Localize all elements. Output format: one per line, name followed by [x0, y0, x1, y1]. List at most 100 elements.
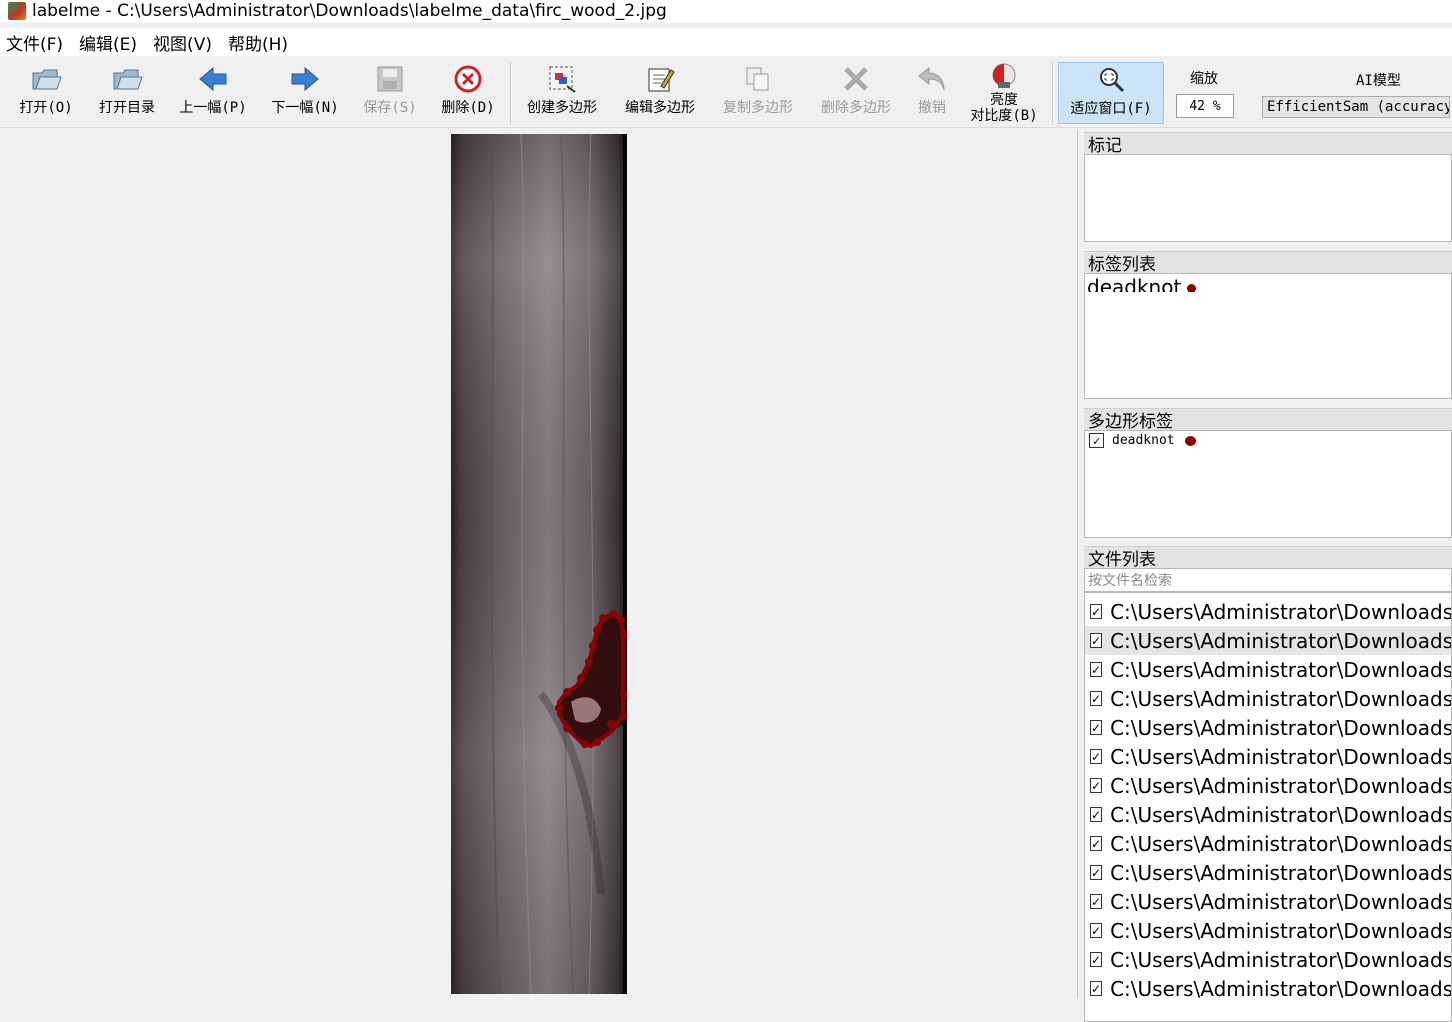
file-list-item[interactable]: ✓ C:\Users\Administrator\Downloads\: [1085, 655, 1451, 684]
open-dir-button[interactable]: 打开目录: [94, 62, 160, 124]
file-list-item[interactable]: ✓ C:\Users\Administrator\Downloads\: [1085, 713, 1451, 742]
undo-arrow-icon: [915, 62, 949, 96]
labels-list[interactable]: deadknot: [1084, 273, 1452, 399]
file-list-item[interactable]: ✓ C:\Users\Administrator\Downloads\: [1085, 829, 1451, 858]
file-list-item[interactable]: ✓ C:\Users\Administrator\Downloads\: [1085, 684, 1451, 713]
label-color-dot: [1187, 284, 1197, 292]
file-path-label: C:\Users\Administrator\Downloads\: [1110, 976, 1451, 1001]
file-path-label: C:\Users\Administrator\Downloads\: [1110, 831, 1451, 856]
copy-icon: [741, 62, 775, 96]
checkbox-checked-icon[interactable]: ✓: [1090, 749, 1103, 764]
arrow-right-icon: [288, 62, 322, 96]
file-search-input[interactable]: 按文件名检索: [1084, 568, 1452, 592]
toolbar-separator: [510, 62, 511, 124]
file-path-label: C:\Users\Administrator\Downloads\: [1110, 889, 1451, 914]
copy-polygon-button[interactable]: 复制多边形: [718, 62, 798, 124]
open-button[interactable]: 打开(O): [16, 62, 76, 124]
delete-button[interactable]: 删除(D): [440, 62, 496, 124]
labels-panel: 标签列表 deadknot: [1084, 251, 1452, 399]
wood-board-image: [451, 133, 628, 995]
checkbox-checked-icon[interactable]: ✓: [1090, 662, 1103, 677]
file-list-item[interactable]: ✓ C:\Users\Administrator\Downloads\: [1085, 597, 1451, 626]
checkbox-checked-icon[interactable]: ✓: [1090, 778, 1103, 793]
labelme-app-icon: [8, 2, 26, 20]
file-path-label: C:\Users\Administrator\Downloads\: [1110, 802, 1451, 827]
file-list-item[interactable]: ✓ C:\Users\Administrator\Downloads\: [1085, 945, 1451, 974]
file-path-label: C:\Users\Administrator\Downloads\: [1110, 860, 1451, 885]
file-list-item[interactable]: ✓ C:\Users\Administrator\Downloads\: [1085, 858, 1451, 887]
edit-polygon-button[interactable]: 编辑多边形: [620, 62, 700, 124]
edit-pencil-icon: [643, 62, 677, 96]
window-title: labelme - C:\Users\Administrator\Downloa…: [32, 1, 667, 21]
polygons-panel-title: 多边形标签: [1084, 408, 1452, 432]
file-path-label: C:\Users\Administrator\Downloads\: [1110, 715, 1451, 740]
delete-polygon-button[interactable]: 删除多边形: [816, 62, 896, 124]
polygon-color-dot: [1184, 435, 1196, 446]
file-list-item[interactable]: ✓ C:\Users\Administrator\Downloads\: [1085, 626, 1451, 655]
file-path-label: C:\Users\Administrator\Downloads\: [1110, 657, 1451, 682]
checkbox-checked-icon[interactable]: ✓: [1090, 604, 1103, 619]
file-path-label: C:\Users\Administrator\Downloads\: [1110, 599, 1451, 624]
file-list-item[interactable]: ✓ C:\Users\Administrator\Downloads\: [1085, 916, 1451, 945]
labels-panel-title: 标签列表: [1084, 251, 1452, 275]
files-panel-title: 文件列表: [1084, 546, 1452, 570]
polygons-list[interactable]: ✓ deadknot: [1084, 430, 1452, 538]
file-path-label: C:\Users\Administrator\Downloads\: [1110, 947, 1451, 972]
menu-bar: 文件(F) 编辑(E) 视图(V) 帮助(H): [0, 28, 1452, 56]
prev-image-button[interactable]: 上一幅(P): [178, 62, 248, 124]
file-list-item[interactable]: ✓ C:\Users\Administrator\Downloads\: [1085, 887, 1451, 916]
checkbox-checked-icon[interactable]: ✓: [1090, 836, 1103, 851]
checkbox-checked-icon[interactable]: ✓: [1090, 691, 1103, 706]
fit-window-button[interactable]: 适应窗口(F): [1058, 62, 1164, 124]
menu-file[interactable]: 文件(F): [6, 30, 63, 55]
image-canvas[interactable]: [0, 130, 1078, 998]
create-polygon-icon: [545, 62, 579, 96]
file-list[interactable]: ✓ C:\Users\Administrator\Downloads\ ✓ C:\Us…: [1084, 592, 1452, 1022]
file-path-label: C:\Users\Administrator\Downloads\: [1110, 744, 1451, 769]
toolbar-separator: [1052, 62, 1053, 124]
toolbar: 打开(O) 打开目录 上一幅(P) 下一幅(N) 保存(S) 删除(D) 创建多…: [0, 58, 1452, 128]
file-list-item[interactable]: ✓ C:\Users\Administrator\Downloads\: [1085, 771, 1451, 800]
floppy-disk-icon: [373, 62, 407, 96]
save-button[interactable]: 保存(S): [362, 62, 418, 124]
flags-panel: 标记: [1084, 132, 1452, 242]
file-list-item[interactable]: ✓ C:\Users\Administrator\Downloads\: [1085, 742, 1451, 771]
checkbox-checked-icon[interactable]: ✓: [1089, 433, 1104, 448]
folder-icon: [110, 62, 144, 96]
next-image-button[interactable]: 下一幅(N): [270, 62, 340, 124]
folder-open-icon: [29, 62, 63, 96]
polygon-item[interactable]: ✓ deadknot: [1085, 431, 1451, 450]
create-polygon-button[interactable]: 创建多边形: [522, 62, 602, 124]
checkbox-checked-icon[interactable]: ✓: [1090, 865, 1103, 880]
file-list-item[interactable]: ✓ C:\Users\Administrator\Downloads\: [1085, 800, 1451, 829]
zoom-label: 缩放: [1190, 71, 1218, 87]
checkbox-checked-icon[interactable]: ✓: [1090, 894, 1103, 909]
checkbox-checked-icon[interactable]: ✓: [1090, 952, 1103, 967]
menu-edit[interactable]: 编辑(E): [79, 30, 137, 55]
x-cross-icon: [839, 62, 873, 96]
brightness-contrast-button[interactable]: 亮度 对比度(B): [966, 62, 1042, 124]
checkbox-checked-icon[interactable]: ✓: [1090, 720, 1103, 735]
checkbox-checked-icon[interactable]: ✓: [1090, 807, 1103, 822]
flags-list[interactable]: [1084, 154, 1452, 242]
zoom-input[interactable]: 42 %: [1176, 94, 1234, 118]
file-path-label: C:\Users\Administrator\Downloads\: [1110, 918, 1451, 943]
file-path-label: C:\Users\Administrator\Downloads\: [1110, 628, 1451, 653]
polygons-panel: 多边形标签 ✓ deadknot: [1084, 408, 1452, 538]
flags-panel-title: 标记: [1084, 132, 1452, 156]
ai-model-select[interactable]: EfficientSam (accuracy): [1262, 96, 1450, 118]
checkbox-checked-icon[interactable]: ✓: [1090, 981, 1103, 996]
file-list-item[interactable]: ✓ C:\Users\Administrator\Downloads\: [1085, 974, 1451, 1003]
files-panel: 文件列表 按文件名检索 ✓ C:\Users\Administrator\Down…: [1084, 546, 1452, 1022]
ai-model-label: AI模型: [1356, 73, 1401, 89]
undo-button[interactable]: 撤销: [912, 62, 952, 124]
menu-help[interactable]: 帮助(H): [228, 30, 288, 55]
checkbox-checked-icon[interactable]: ✓: [1090, 633, 1103, 648]
checkbox-checked-icon[interactable]: ✓: [1090, 923, 1103, 938]
file-path-label: C:\Users\Administrator\Downloads\: [1110, 773, 1451, 798]
arrow-left-icon: [196, 62, 230, 96]
label-item[interactable]: deadknot: [1085, 274, 1451, 292]
delete-circle-icon: [451, 62, 485, 96]
menu-view[interactable]: 视图(V): [153, 30, 212, 55]
file-path-label: C:\Users\Administrator\Downloads\: [1110, 686, 1451, 711]
